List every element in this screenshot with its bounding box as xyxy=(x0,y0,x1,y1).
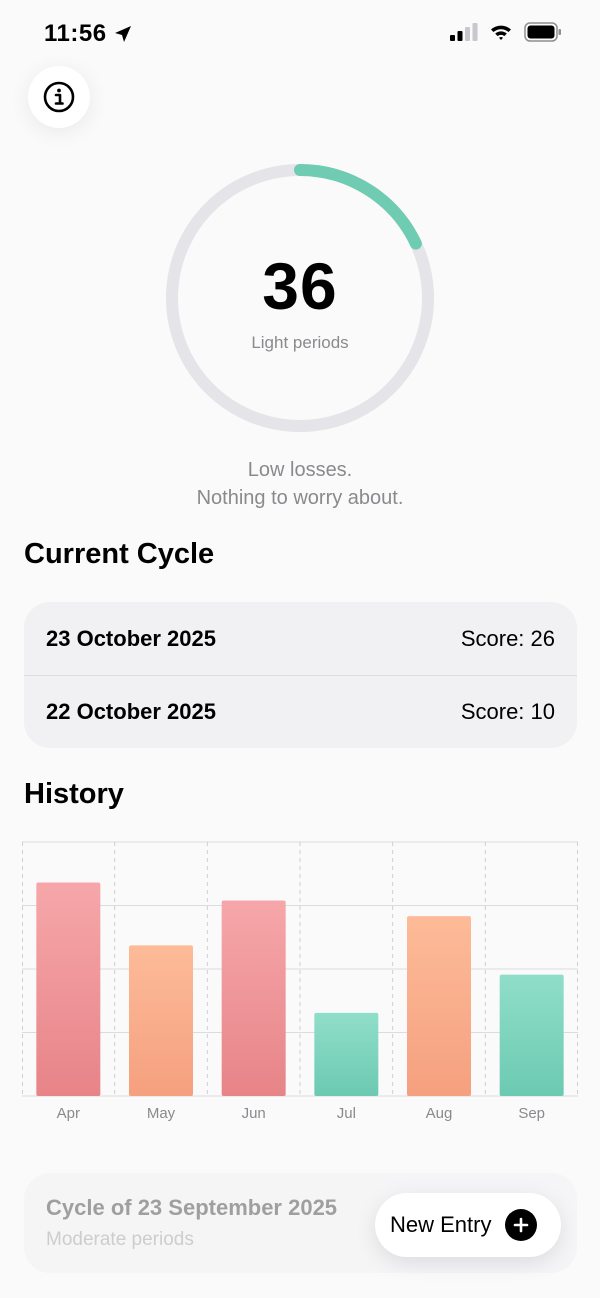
cycle-entry-date: 22 October 2025 xyxy=(46,699,216,724)
history-chart: Apr May Jun Jul Aug Sep xyxy=(22,841,578,1122)
chart-bar-may xyxy=(129,945,193,1096)
score-value: 36 xyxy=(262,249,338,323)
cycle-entry-score: Score: 10 xyxy=(460,699,555,724)
current-cycle-title: Current Cycle xyxy=(24,538,215,570)
new-entry-button[interactable]: New Entry xyxy=(375,1193,561,1257)
info-icon xyxy=(43,81,75,113)
chart-x-tick-label: Sep xyxy=(518,1105,545,1122)
cycle-entry-row[interactable]: 23 October 2025 Score: 26 xyxy=(24,602,577,675)
cycle-entry-row[interactable]: 22 October 2025 Score: 10 xyxy=(24,675,577,748)
wifi-icon xyxy=(491,25,511,40)
chart-x-tick-label: May xyxy=(147,1105,176,1122)
plus-icon xyxy=(505,1209,538,1241)
app-screen: 11:56 36 Light periods Low losses. Nothi… xyxy=(0,0,600,1298)
battery-icon xyxy=(524,22,561,42)
status-indicators xyxy=(450,22,562,42)
location-arrow-icon xyxy=(114,26,131,42)
chart-x-tick-label: Aug xyxy=(426,1105,453,1122)
chart-bar-jul xyxy=(314,1012,379,1096)
chart-x-tick-label: Jun xyxy=(242,1105,266,1122)
chart-x-tick-label: Jul xyxy=(337,1105,356,1122)
status-time-text: 11:56 xyxy=(44,20,107,47)
new-entry-label: New Entry xyxy=(390,1212,492,1237)
score-label: Light periods xyxy=(251,333,349,352)
status-time: 11:56 xyxy=(44,20,133,48)
history-title: History xyxy=(24,778,124,810)
chart-bar-jun xyxy=(221,900,286,1096)
previous-cycle-subtitle: Moderate periods xyxy=(46,1229,194,1250)
cycle-entry-score: Score: 26 xyxy=(460,625,555,651)
summary-line-1: Low losses. xyxy=(247,459,353,481)
chart-bar-sep xyxy=(499,974,564,1096)
cycle-entry-date: 23 October 2025 xyxy=(46,625,216,651)
current-cycle-list: 23 October 2025 Score: 26 22 October 202… xyxy=(24,602,577,748)
info-button[interactable] xyxy=(28,66,90,128)
summary-line-2: Nothing to worry about. xyxy=(196,487,404,509)
previous-cycle-title: Cycle of 23 September 2025 xyxy=(46,1195,338,1220)
chart-bar-apr xyxy=(36,882,101,1096)
score-summary: Low losses. Nothing to worry about. xyxy=(0,456,600,512)
chart-bar-aug xyxy=(407,916,471,1096)
chart-x-tick-label: Apr xyxy=(57,1105,80,1122)
cellular-signal-icon xyxy=(450,23,478,41)
